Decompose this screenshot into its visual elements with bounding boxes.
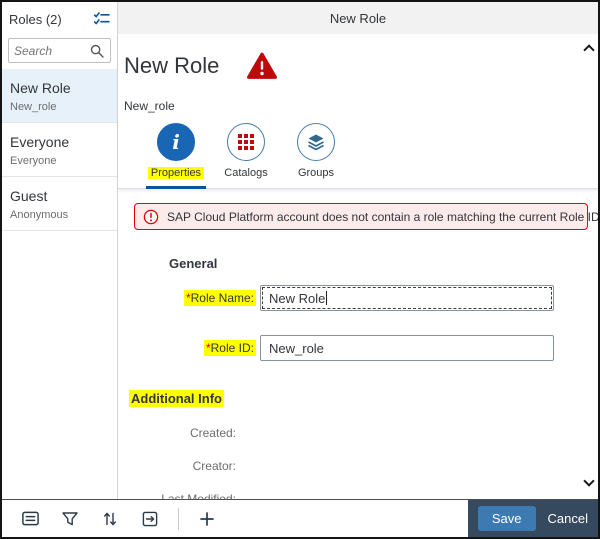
detail-header-bar: New Role — [118, 2, 598, 34]
role-item-title: Everyone — [10, 134, 109, 150]
footer-spacer — [219, 500, 468, 537]
split-layout: Roles (2) New Role — [2, 2, 598, 499]
roles-sidebar: Roles (2) New Role — [2, 2, 118, 499]
role-item-subtitle: New_role — [10, 101, 109, 113]
info-icon: i — [157, 123, 195, 161]
creator-label: Creator: — [124, 459, 236, 473]
grid-icon — [227, 123, 265, 161]
roles-list: New Role New_role Everyone Everyone Gues… — [2, 69, 117, 499]
tab-groups[interactable]: Groups — [284, 123, 348, 188]
object-title: New Role — [124, 53, 219, 79]
created-row: Created: — [124, 424, 588, 442]
role-id-label: *Role ID: — [124, 341, 256, 355]
search-input[interactable] — [14, 44, 89, 58]
layers-icon — [297, 123, 335, 161]
tab-catalogs[interactable]: Catalogs — [214, 123, 278, 188]
multiselect-icon[interactable] — [92, 10, 110, 28]
legend-icon[interactable] — [18, 507, 42, 531]
role-id-value: New_role — [269, 341, 324, 356]
additional-info-heading: Additional Info — [129, 391, 588, 406]
footer-icon-group — [2, 500, 219, 537]
tab-properties[interactable]: i Properties — [144, 123, 208, 188]
tab-label-catalogs: Catalogs — [224, 167, 267, 179]
role-name-label: *Role Name: — [124, 291, 256, 305]
last-modified-label: Last Modified: — [124, 492, 236, 499]
forward-icon[interactable] — [138, 507, 162, 531]
search-box — [8, 38, 111, 63]
sidebar-title: Roles (2) — [9, 12, 62, 27]
save-button[interactable]: Save — [478, 506, 536, 531]
role-name-input[interactable]: New Role — [260, 285, 554, 311]
object-title-row: New Role — [124, 50, 598, 82]
sidebar-header: Roles (2) — [2, 2, 117, 36]
detail-header-title: New Role — [330, 11, 386, 26]
role-id-row: *Role ID: New_role — [124, 335, 588, 361]
detail-panel: New Role New Role New_role — [118, 2, 598, 499]
role-item-title: New Role — [10, 80, 109, 96]
text-cursor — [326, 291, 327, 305]
footer-toolbar: Save Cancel — [2, 499, 598, 537]
tab-label-groups: Groups — [298, 167, 334, 179]
list-item-new-role[interactable]: New Role New_role — [2, 69, 117, 123]
general-heading: General — [169, 256, 588, 271]
error-message-text: SAP Cloud Platform account does not cont… — [167, 210, 598, 224]
role-name-value: New Role — [269, 291, 325, 306]
properties-content: SAP Cloud Platform account does not cont… — [118, 189, 598, 499]
role-item-subtitle: Everyone — [10, 155, 109, 167]
footer-actions: Save Cancel — [468, 500, 598, 537]
list-item-everyone[interactable]: Everyone Everyone — [2, 123, 117, 177]
search-icon[interactable] — [89, 43, 105, 59]
app-window: Roles (2) New Role — [0, 0, 600, 539]
role-item-subtitle: Anonymous — [10, 209, 109, 221]
last-modified-row: Last Modified: — [124, 490, 588, 499]
toolbar-divider — [178, 508, 179, 530]
role-id-input[interactable]: New_role — [260, 335, 554, 361]
error-message-strip: SAP Cloud Platform account does not cont… — [134, 203, 588, 230]
tab-bar: i Properties Catalogs — [124, 123, 598, 188]
cancel-button[interactable]: Cancel — [548, 511, 588, 526]
sort-icon[interactable] — [98, 507, 122, 531]
role-name-row: *Role Name: New Role — [124, 285, 588, 311]
warning-icon — [247, 52, 277, 80]
role-item-title: Guest — [10, 188, 109, 204]
error-icon — [143, 209, 159, 225]
tab-label-properties: Properties — [148, 167, 204, 179]
list-item-guest[interactable]: Guest Anonymous — [2, 177, 117, 231]
object-subtitle: New_role — [124, 99, 598, 113]
creator-row: Creator: — [124, 457, 588, 475]
created-label: Created: — [124, 426, 236, 440]
add-icon[interactable] — [195, 507, 219, 531]
filter-icon[interactable] — [58, 507, 82, 531]
object-header: New Role New_role i Properties — [118, 34, 598, 189]
